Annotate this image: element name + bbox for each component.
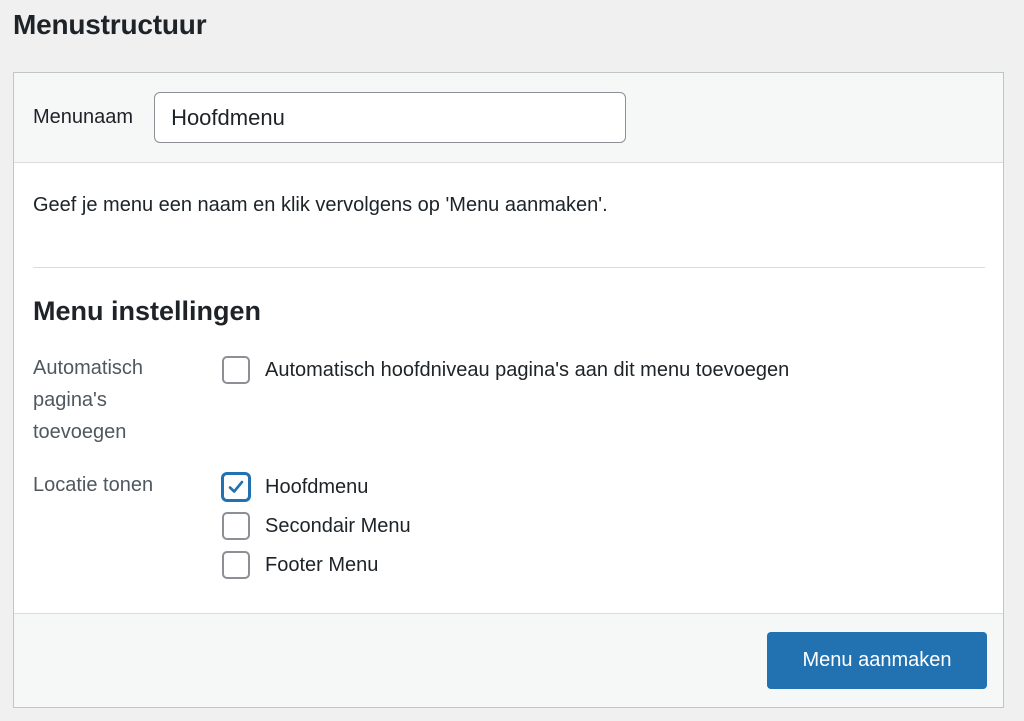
location-label-secondair: Secondair Menu	[265, 514, 411, 537]
auto-add-checkbox[interactable]	[222, 356, 250, 384]
location-option-secondair[interactable]: Secondair Menu	[222, 512, 411, 540]
panel-body: Geef je menu een naam en klik vervolgens…	[14, 163, 1003, 614]
location-checkbox-secondair[interactable]	[222, 512, 250, 540]
page-title: Menustructuur	[13, 9, 207, 40]
auto-add-option[interactable]: Automatisch hoofdniveau pagina's aan dit…	[222, 356, 789, 384]
location-checkbox-footer[interactable]	[222, 551, 250, 579]
panel-header: Menunaam	[14, 73, 1003, 163]
create-menu-button[interactable]: Menu aanmaken	[767, 632, 987, 689]
auto-add-option-label: Automatisch hoofdniveau pagina's aan dit…	[265, 358, 790, 381]
menu-name-input[interactable]	[154, 92, 627, 143]
location-label-footer: Footer Menu	[265, 553, 379, 576]
panel-footer: Menu aanmaken	[14, 613, 1003, 707]
checkmark-icon	[228, 480, 244, 493]
location-checkbox-hoofdmenu[interactable]	[222, 473, 250, 501]
settings-title: Menu instellingen	[33, 296, 262, 326]
location-label-hoofdmenu: Hoofdmenu	[265, 475, 369, 498]
divider	[33, 267, 985, 268]
location-option-footer[interactable]: Footer Menu	[222, 551, 378, 579]
menu-panel: Menunaam Geef je menu een naam en klik v…	[13, 72, 1004, 708]
instructions-text: Geef je menu een naam en klik vervolgens…	[33, 194, 608, 216]
locations-label: Locatie tonen	[33, 474, 154, 496]
auto-add-label: Automatisch pagina's toevoegen	[33, 357, 144, 443]
menu-name-label: Menunaam	[33, 106, 134, 128]
location-option-hoofdmenu[interactable]: Hoofdmenu	[222, 473, 368, 501]
